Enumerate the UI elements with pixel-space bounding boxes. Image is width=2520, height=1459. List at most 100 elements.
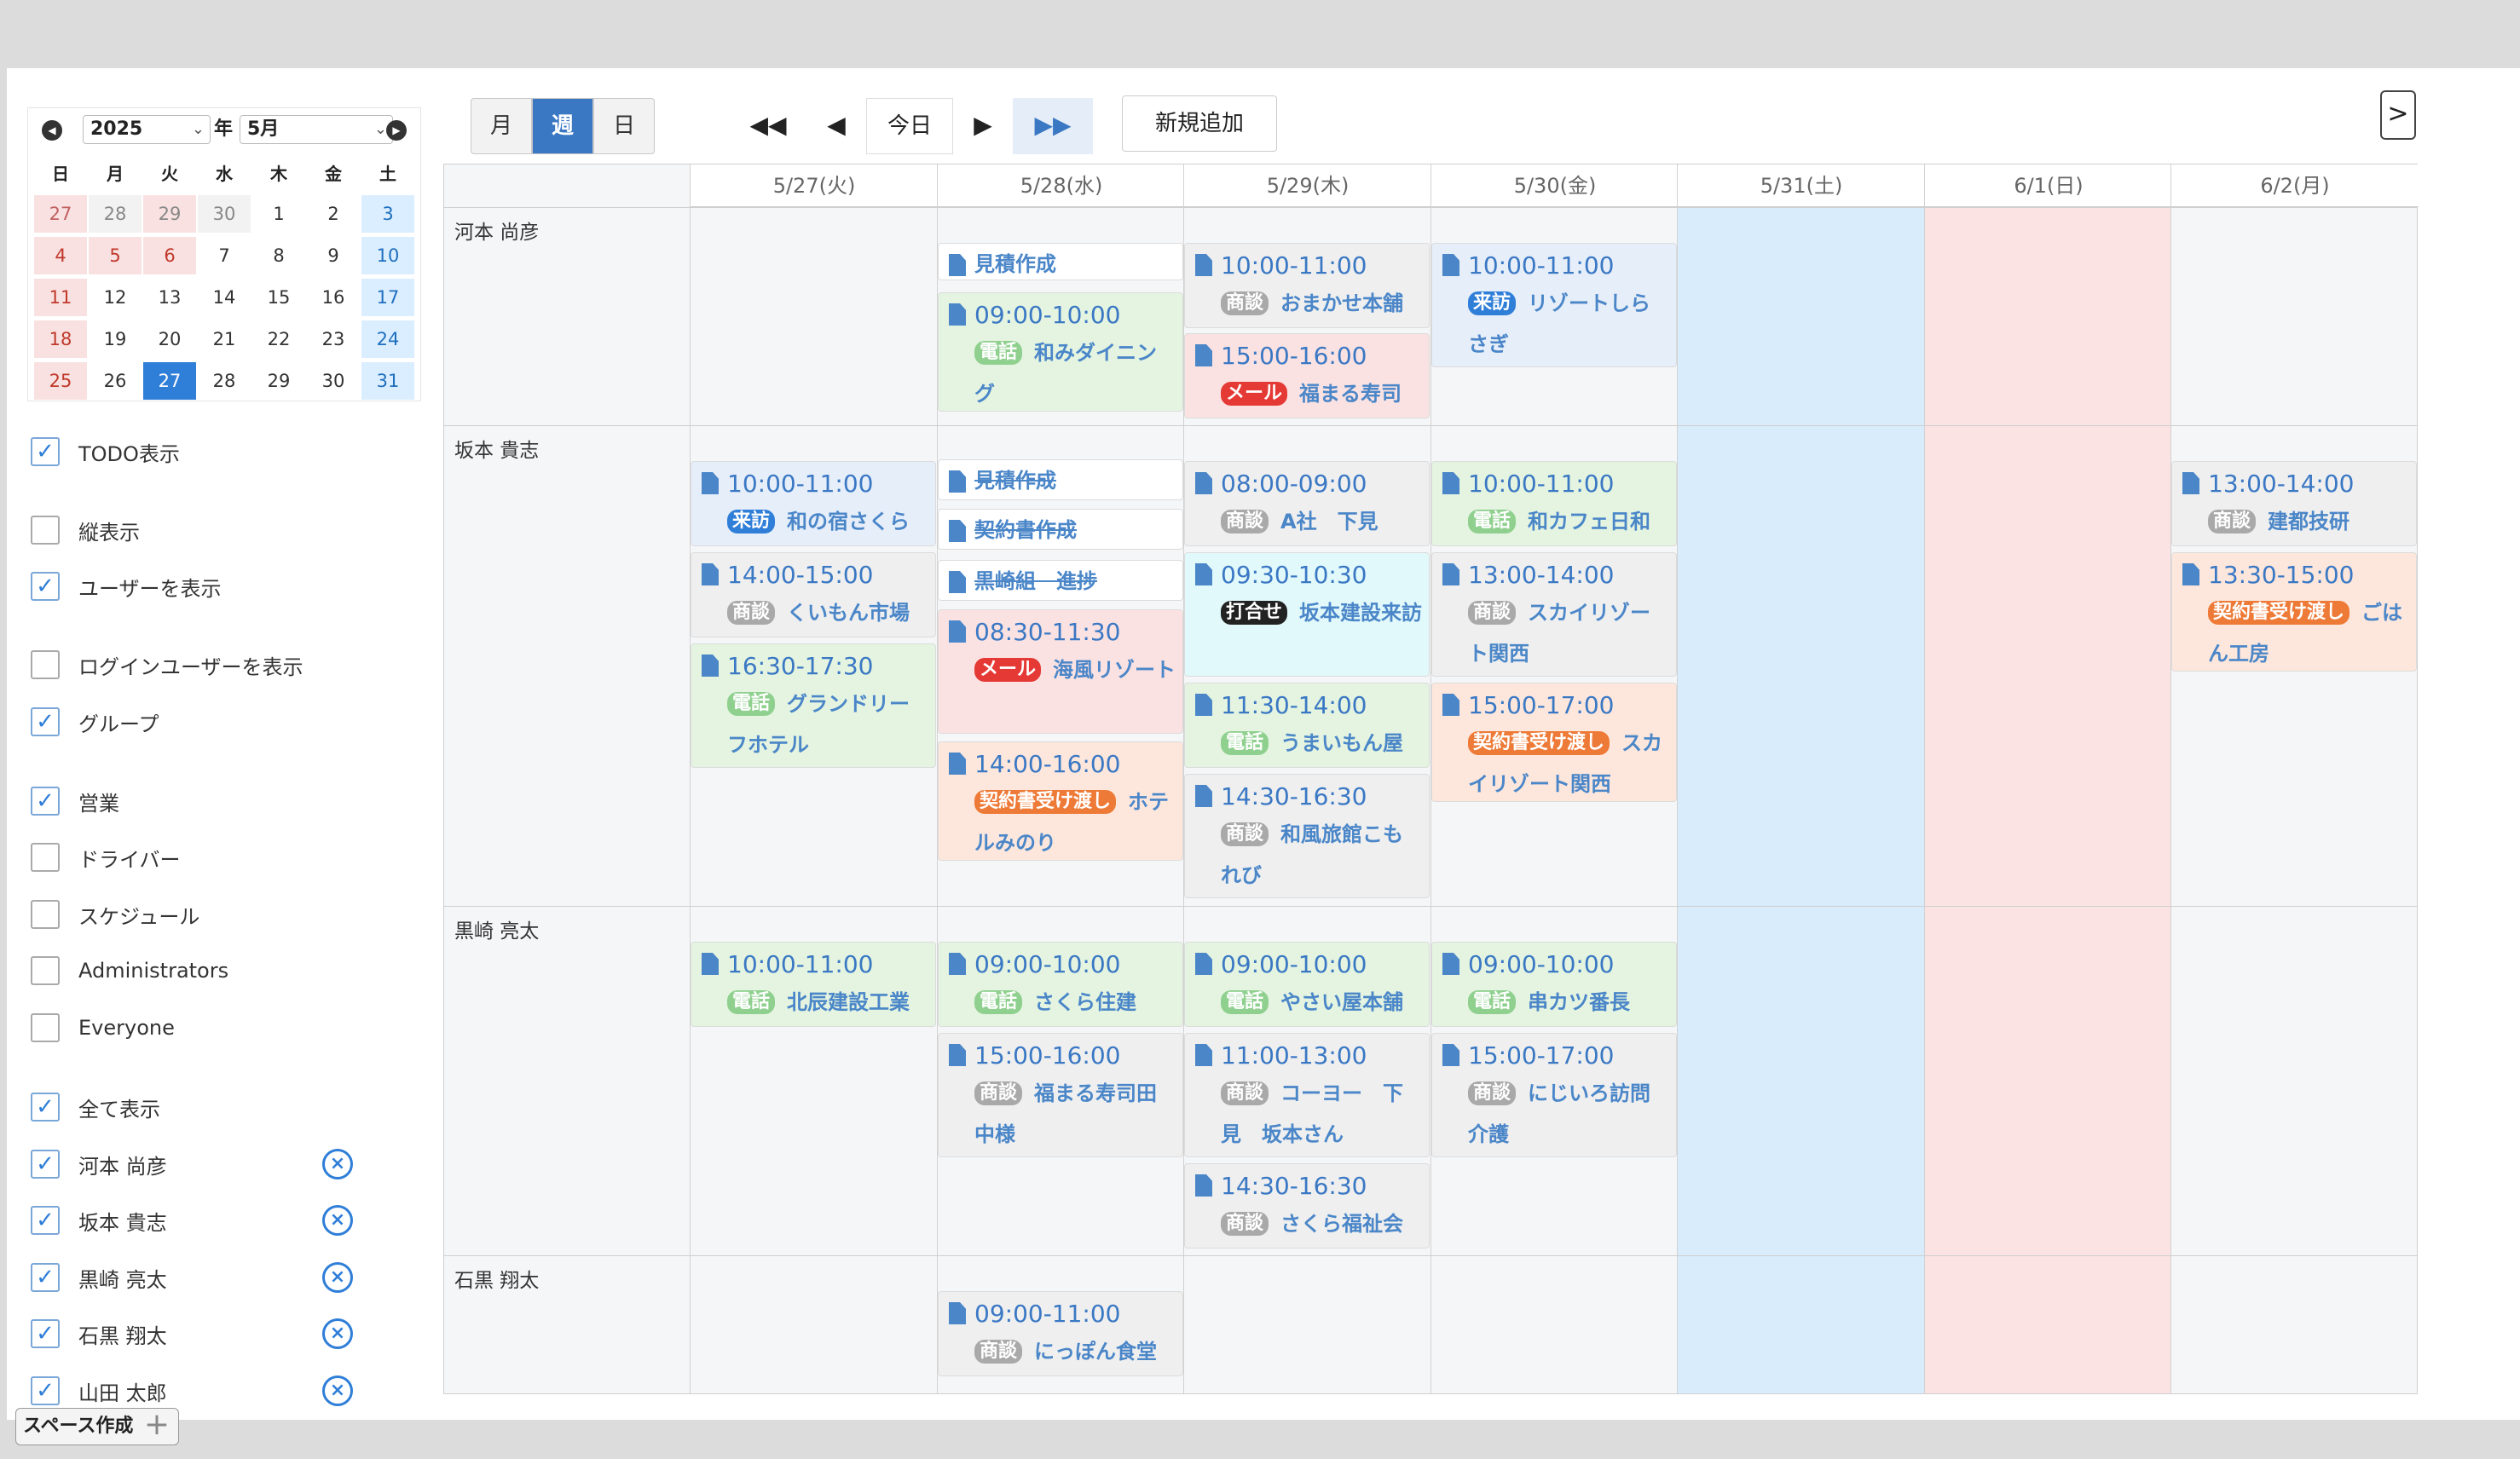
calendar-day[interactable]: 3 <box>361 195 414 233</box>
calendar-day[interactable]: 22 <box>252 320 305 358</box>
calendar-day[interactable]: 10 <box>361 237 414 274</box>
option-vertical[interactable]: 縦表示 <box>31 515 140 545</box>
calendar-day[interactable]: 26 <box>89 362 142 400</box>
user-item[interactable]: ✓ 黒崎 亮太 <box>31 1262 167 1293</box>
event-item[interactable]: 14:30-16:30 商談 和風旅館こもれび <box>1184 774 1430 898</box>
calendar-day[interactable]: 6 <box>143 237 196 274</box>
event-item[interactable]: 15:00-16:00 メール 福まる寿司 <box>1184 333 1430 418</box>
event-item[interactable]: 09:00-11:00 商談 にっぽん食堂 <box>938 1291 1183 1376</box>
checkbox-checked-icon[interactable]: ✓ <box>31 787 60 816</box>
create-space-button[interactable]: スペース作成 + <box>15 1407 179 1445</box>
todo-item[interactable]: 見積作成 <box>938 459 1183 500</box>
event-item[interactable]: 09:00-10:00 電話 やさい屋本舗 <box>1184 942 1430 1027</box>
calendar-day[interactable]: 2 <box>307 195 360 233</box>
checkbox-unchecked-icon[interactable] <box>31 843 60 872</box>
calendar-day[interactable]: 1 <box>252 195 305 233</box>
checkbox-checked-icon[interactable]: ✓ <box>31 1376 60 1405</box>
todo-item[interactable]: 黒崎組 進捗 <box>938 560 1183 601</box>
next-week-icon[interactable]: ▶▶ <box>1013 98 1093 154</box>
group-item[interactable]: Administrators <box>31 955 228 986</box>
event-item[interactable]: 15:00-17:00 商談 にじいろ訪問介護 <box>1431 1033 1677 1157</box>
prev-day-icon[interactable]: ◀ <box>806 98 866 154</box>
event-item[interactable]: 16:30-17:30 電話 グランドリーフホテル <box>691 643 936 768</box>
event-item[interactable]: 08:00-09:00 商談 A社 下見 <box>1184 461 1430 546</box>
calendar-day[interactable]: 30 <box>307 362 360 400</box>
calendar-day[interactable]: 28 <box>89 195 142 233</box>
calendar-day[interactable]: 16 <box>307 279 360 316</box>
remove-user-icon[interactable]: × <box>322 1149 353 1179</box>
calendar-day[interactable]: 29 <box>143 195 196 233</box>
event-item[interactable]: 13:30-15:00 契約書受け渡し ごはん工房 <box>2171 552 2417 672</box>
calendar-day[interactable]: 14 <box>198 279 251 316</box>
month-select[interactable]: 5月 ⌄ <box>240 115 393 144</box>
view-month-button[interactable]: 月 <box>471 98 532 154</box>
event-item[interactable]: 11:00-13:00 商談 コーヨー 下見 坂本さん <box>1184 1033 1430 1157</box>
checkbox-checked-icon[interactable]: ✓ <box>31 1263 60 1292</box>
user-item[interactable]: ✓ 坂本 貴志 <box>31 1205 167 1236</box>
event-item[interactable]: 13:00-14:00 商談 スカイリゾート関西 <box>1431 552 1677 677</box>
prev-month-icon[interactable]: ◀ <box>42 120 62 141</box>
user-item[interactable]: ✓ 河本 尚彦 <box>31 1149 167 1179</box>
event-item[interactable]: 15:00-16:00 商談 福まる寿司田中様 <box>938 1033 1183 1157</box>
event-item[interactable]: 10:00-11:00 来訪 リゾートしらさぎ <box>1431 243 1677 367</box>
calendar-day[interactable]: 30 <box>198 195 251 233</box>
event-item[interactable]: 10:00-11:00 電話 北辰建設工業 <box>691 942 936 1027</box>
next-day-icon[interactable]: ▶ <box>953 98 1013 154</box>
event-item[interactable]: 09:00-10:00 電話 串カツ番長 <box>1431 942 1677 1027</box>
checkbox-unchecked-icon[interactable] <box>31 1013 60 1042</box>
calendar-day[interactable]: 17 <box>361 279 414 316</box>
view-week-button[interactable]: 週 <box>532 98 593 154</box>
calendar-day[interactable]: 18 <box>34 320 87 358</box>
remove-user-icon[interactable]: × <box>322 1205 353 1236</box>
checkbox-unchecked-icon[interactable] <box>31 650 60 679</box>
event-item[interactable]: 14:00-16:00 契約書受け渡し ホテルみのり <box>938 741 1183 861</box>
prev-week-icon[interactable]: ◀◀ <box>738 98 798 154</box>
checkbox-checked-icon[interactable]: ✓ <box>31 707 60 736</box>
calendar-day[interactable]: 27 <box>143 362 196 400</box>
option-show-all[interactable]: ✓ 全て表示 <box>31 1092 160 1122</box>
calendar-day[interactable]: 24 <box>361 320 414 358</box>
option-group[interactable]: ✓ グループ <box>31 706 159 737</box>
calendar-day[interactable]: 15 <box>252 279 305 316</box>
event-item[interactable]: 09:00-10:00 電話 和みダイニング <box>938 292 1183 412</box>
calendar-day[interactable]: 7 <box>198 237 251 274</box>
calendar-day[interactable]: 19 <box>89 320 142 358</box>
calendar-day[interactable]: 27 <box>34 195 87 233</box>
calendar-day[interactable]: 25 <box>34 362 87 400</box>
checkbox-checked-icon[interactable]: ✓ <box>31 1319 60 1348</box>
checkbox-unchecked-icon[interactable] <box>31 956 60 985</box>
view-day-button[interactable]: 日 <box>593 98 655 154</box>
event-item[interactable]: 14:00-15:00 商談 くいもん市場 <box>691 552 936 637</box>
event-item[interactable]: 09:00-10:00 電話 さくら住建 <box>938 942 1183 1027</box>
calendar-day[interactable]: 12 <box>89 279 142 316</box>
user-item[interactable]: ✓ 山田 太郎 <box>31 1375 167 1406</box>
todo-item[interactable]: 契約書作成 <box>938 509 1183 550</box>
toggle-panel-button[interactable]: > <box>2380 90 2416 140</box>
user-item[interactable]: ✓ 石黒 翔太 <box>31 1318 167 1349</box>
checkbox-checked-icon[interactable]: ✓ <box>31 437 60 466</box>
calendar-day[interactable]: 4 <box>34 237 87 274</box>
today-button[interactable]: 今日 <box>866 98 953 154</box>
event-item[interactable]: 15:00-17:00 契約書受け渡し スカイリゾート関西 <box>1431 683 1677 802</box>
event-item[interactable]: 11:30-14:00 電話 うまいもん屋 <box>1184 683 1430 768</box>
checkbox-checked-icon[interactable]: ✓ <box>31 1206 60 1235</box>
checkbox-unchecked-icon[interactable] <box>31 516 60 545</box>
calendar-day[interactable]: 11 <box>34 279 87 316</box>
group-item[interactable]: ✓ 営業 <box>31 786 119 816</box>
event-item[interactable]: 14:30-16:30 商談 さくら福祉会 <box>1184 1163 1430 1249</box>
remove-user-icon[interactable]: × <box>322 1318 353 1349</box>
calendar-day[interactable]: 29 <box>252 362 305 400</box>
option-show-users[interactable]: ✓ ユーザーを表示 <box>31 571 222 602</box>
calendar-day[interactable]: 28 <box>198 362 251 400</box>
remove-user-icon[interactable]: × <box>322 1375 353 1406</box>
event-item[interactable]: 10:00-11:00 来訪 和の宿さくら <box>691 461 936 546</box>
event-item[interactable]: 09:30-10:30 打合せ 坂本建設来訪 <box>1184 552 1430 677</box>
calendar-day[interactable]: 21 <box>198 320 251 358</box>
group-item[interactable]: ドライバー <box>31 842 181 873</box>
calendar-day[interactable]: 8 <box>252 237 305 274</box>
event-item[interactable]: 13:00-14:00 商談 建都技研 <box>2171 461 2417 546</box>
event-item[interactable]: 10:00-11:00 電話 和カフェ日和 <box>1431 461 1677 546</box>
option-show-login-user[interactable]: ログインユーザーを表示 <box>31 649 303 680</box>
next-month-icon[interactable]: ▶ <box>386 120 407 141</box>
group-item[interactable]: スケジュール <box>31 899 199 930</box>
